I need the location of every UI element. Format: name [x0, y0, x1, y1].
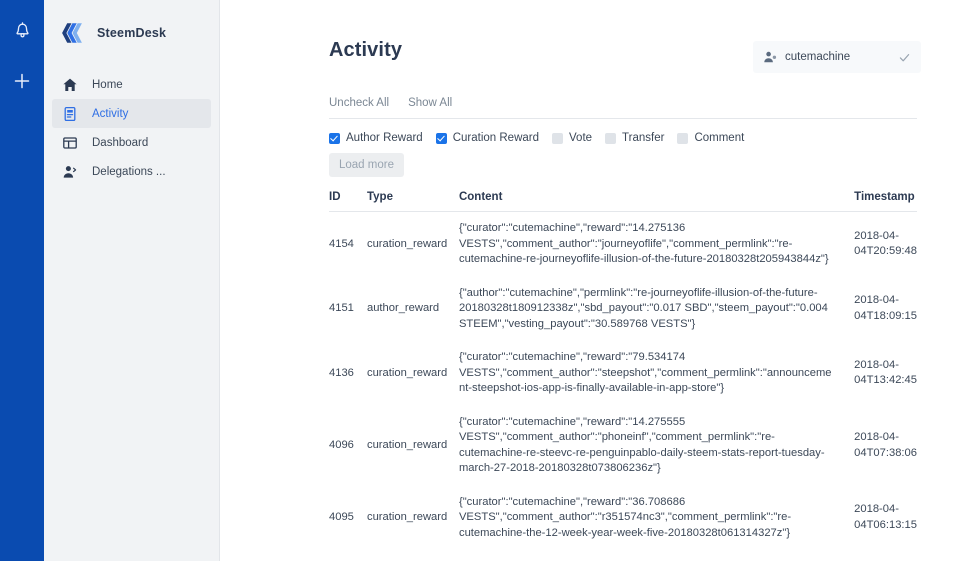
filter-vote[interactable]: Vote [552, 132, 592, 144]
page-header: Activity cutemachine [329, 38, 921, 73]
cell-timestamp: 2018-04-04T13:42:45 [854, 358, 917, 387]
delegations-person-icon [61, 163, 78, 180]
checkbox-vote[interactable] [552, 132, 564, 144]
filter-transfer-label: Transfer [622, 132, 665, 144]
cell-id: 4095 [329, 511, 354, 523]
account-person-icon [763, 50, 777, 64]
activity-table-head: ID Type Content Timestamp [329, 191, 917, 212]
plus-icon [13, 72, 31, 90]
load-more-button[interactable]: Load more [329, 153, 404, 177]
table-row: 4095 curation_reward {"curator":"cutemac… [329, 486, 917, 551]
cell-content: {"curator":"cutemachine","reward":"79.53… [458, 351, 832, 394]
checkbox-author-reward[interactable] [329, 132, 340, 144]
filter-comment-label: Comment [694, 132, 745, 144]
column-header-timestamp: Timestamp [850, 191, 917, 212]
cell-timestamp: 2018-04-04T18:09:15 [854, 294, 917, 322]
filter-comment[interactable]: Comment [677, 132, 744, 144]
cell-id: 4151 [329, 302, 354, 314]
sidebar: SteemDesk Home Activity Dashboard Delega… [44, 0, 220, 561]
cell-type: author_reward [366, 302, 440, 314]
activity-document-icon [61, 105, 78, 122]
cell-content: {"curator":"cutemachine","reward":"6.118… [459, 550, 850, 561]
bell-icon [14, 22, 31, 40]
cell-id: 4136 [329, 366, 354, 379]
cell-timestamp: 2018-04-03T15:16:33 [850, 550, 917, 561]
account-selector[interactable]: cutemachine [753, 41, 921, 73]
check-icon [898, 51, 911, 64]
sidebar-item-dashboard-label: Dashboard [92, 136, 149, 149]
column-header-type: Type [366, 191, 459, 212]
uncheck-all-link[interactable]: Uncheck All [329, 97, 389, 109]
cell-type: curation_reward [366, 237, 448, 250]
cell-timestamp: 2018-04-04T20:59:48 [854, 229, 917, 258]
checkbox-transfer[interactable] [605, 132, 617, 144]
cell-type: curation_reward [366, 366, 448, 379]
column-header-id: ID [329, 191, 367, 212]
app-root: SteemDesk Home Activity Dashboard Delega… [0, 0, 960, 561]
cell-type: curation_reward [367, 550, 459, 561]
sidebar-item-home-label: Home [92, 78, 123, 91]
brand-logo-link[interactable]: SteemDesk [44, 14, 219, 52]
dashboard-layout-icon [61, 134, 78, 151]
left-rail [0, 0, 44, 561]
account-name: cutemachine [785, 51, 851, 63]
filter-curation-reward[interactable]: Curation Reward [435, 132, 540, 144]
sidebar-item-home[interactable]: Home [52, 70, 211, 99]
filter-author-reward[interactable]: Author Reward [329, 132, 423, 144]
cell-content: {"author":"cutemachine","permlink":"re-j… [458, 286, 828, 330]
table-row: 4079 curation_reward {"curator":"cutemac… [329, 550, 917, 561]
filter-curation-reward-label: Curation Reward [452, 132, 540, 144]
sidebar-nav: Home Activity Dashboard Delegations ... [44, 70, 219, 186]
filter-transfer[interactable]: Transfer [605, 132, 664, 144]
table-row: 4154 curation_reward {"curator":"cutemac… [329, 212, 917, 277]
cell-timestamp: 2018-04-04T06:13:15 [854, 503, 917, 531]
filter-checkbox-group: Author Reward Curation Reward Vote Trans… [329, 132, 921, 144]
cell-content: {"curator":"cutemachine","reward":"14.27… [458, 222, 829, 265]
table-row: 4096 curation_reward {"curator":"cutemac… [329, 406, 917, 486]
cell-type: curation_reward [366, 511, 448, 523]
filter-tabs: Uncheck All Show All [329, 97, 917, 119]
show-all-link[interactable]: Show All [408, 97, 452, 109]
sidebar-item-delegations[interactable]: Delegations ... [52, 157, 211, 186]
checkbox-curation-reward[interactable] [435, 132, 447, 144]
column-header-content: Content [458, 191, 851, 212]
cell-type: curation_reward [366, 438, 448, 451]
filter-vote-label: Vote [569, 132, 593, 144]
cell-id: 4079 [329, 550, 367, 561]
activity-table-body: 4154 curation_reward {"curator":"cutemac… [329, 212, 917, 561]
sidebar-item-dashboard[interactable]: Dashboard [52, 128, 211, 157]
activity-table: ID Type Content Timestamp 4154 curation_… [329, 191, 917, 561]
cell-content: {"curator":"cutemachine","reward":"36.70… [458, 495, 792, 539]
table-row: 4151 author_reward {"author":"cutemachin… [329, 277, 917, 342]
page-title: Activity [329, 39, 403, 61]
sidebar-item-delegations-label: Delegations ... [92, 165, 166, 178]
steemdesk-logo-icon [60, 20, 86, 46]
main-content: Activity cutemachine Uncheck All Show Al… [220, 0, 960, 561]
table-header-row: ID Type Content Timestamp [329, 191, 917, 212]
sidebar-item-activity[interactable]: Activity [52, 99, 211, 128]
cell-content: {"curator":"cutemachine","reward":"14.27… [458, 415, 825, 475]
brand-name: SteemDesk [97, 26, 167, 40]
add-account-button[interactable] [8, 67, 36, 95]
checkbox-comment[interactable] [677, 132, 689, 144]
home-icon [61, 76, 78, 93]
notifications-bell-button[interactable] [8, 17, 36, 45]
cell-id: 4096 [329, 438, 354, 451]
filter-author-reward-label: Author Reward [346, 132, 423, 144]
cell-id: 4154 [329, 237, 354, 250]
table-row: 4136 curation_reward {"curator":"cutemac… [329, 341, 917, 406]
cell-timestamp: 2018-04-04T07:38:06 [854, 431, 917, 459]
sidebar-item-activity-label: Activity [92, 107, 129, 120]
